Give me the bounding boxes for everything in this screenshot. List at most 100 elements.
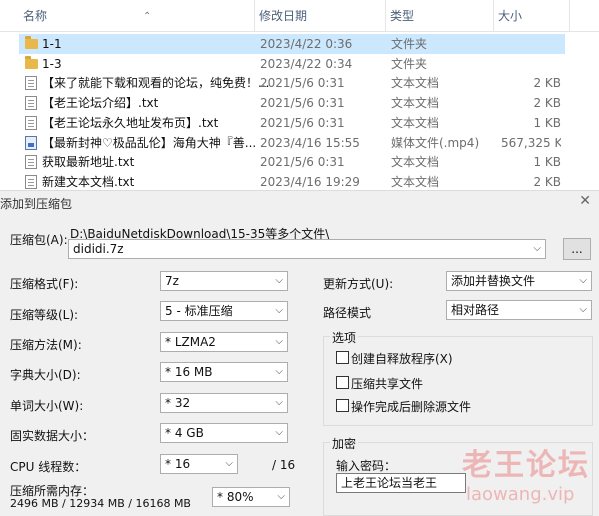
file-date: 2023/4/22 0:36 bbox=[260, 37, 353, 51]
chevron-down-icon: ⌵ bbox=[275, 366, 283, 377]
file-row[interactable]: 【最新封神♡极品乱伦】海角大神『善... 2023/4/16 15:55 媒体文件(… bbox=[19, 133, 565, 153]
text-document-icon bbox=[25, 76, 37, 91]
update-label: 更新方式(U): bbox=[323, 277, 394, 291]
chevron-down-icon: ⌵ bbox=[275, 336, 283, 347]
file-list: 名称 ⌃ 修改日期 类型 大小 1-1 2023/4/22 0:36 文件夹 1-3 2… bbox=[0, 0, 599, 190]
file-name: 1-3 bbox=[42, 56, 62, 71]
format-value: 7z bbox=[165, 274, 179, 288]
solid-label: 固实数据大小： bbox=[10, 429, 95, 443]
level-select[interactable]: 5 - 标准压缩 ⌵ bbox=[160, 301, 288, 321]
method-value: * LZMA2 bbox=[165, 335, 216, 349]
threads-value: * 16 bbox=[165, 457, 191, 471]
file-size: 567,325 KB bbox=[501, 135, 561, 150]
file-date: 2021/5/6 0:31 bbox=[260, 115, 345, 130]
file-date: 2023/4/22 0:34 bbox=[260, 56, 353, 71]
chevron-down-icon: ⌵ bbox=[225, 458, 233, 469]
column-date-label: 修改日期 bbox=[259, 9, 308, 23]
solid-value: * 4 GB bbox=[165, 426, 204, 440]
file-name: 【最新封神♡极品乱伦】海角大神『善... bbox=[42, 135, 257, 150]
chevron-down-icon: ⌵ bbox=[275, 427, 283, 438]
update-select[interactable]: 添加并替换文件 ⌵ bbox=[446, 271, 592, 291]
shared-checkbox[interactable] bbox=[336, 376, 349, 389]
format-label: 压缩格式(F): bbox=[10, 277, 79, 291]
threads-select[interactable]: * 16 ⌵ bbox=[160, 454, 238, 474]
file-name: 1-1 bbox=[42, 37, 62, 51]
dict-select[interactable]: * 16 MB ⌵ bbox=[160, 362, 288, 382]
format-select[interactable]: 7z ⌵ bbox=[160, 271, 288, 291]
file-date: 2021/5/6 0:31 bbox=[260, 76, 345, 91]
file-row[interactable]: 获取最新地址.txt 2021/5/6 0:31 文本文档 1 KB bbox=[19, 152, 565, 172]
file-date: 2023/4/16 15:55 bbox=[260, 135, 360, 150]
delete-source-checkbox[interactable] bbox=[336, 399, 349, 412]
column-size[interactable]: 大小 bbox=[494, 0, 570, 32]
chevron-down-icon: ⌵ bbox=[275, 305, 283, 316]
column-header: 名称 ⌃ 修改日期 类型 大小 bbox=[0, 0, 599, 32]
threads-label: CPU 线程数： bbox=[10, 460, 87, 474]
file-type: 文本文档 bbox=[391, 76, 440, 91]
file-name: 新建文本文档.txt bbox=[42, 174, 135, 189]
file-type: 媒体文件(.mp4) bbox=[391, 135, 480, 150]
dialog-title: 添加到压缩包 bbox=[0, 197, 73, 211]
threads-total: / 16 bbox=[272, 458, 296, 472]
dict-value: * 16 MB bbox=[165, 365, 213, 379]
file-size: 1 KB bbox=[533, 155, 561, 170]
file-type: 文件夹 bbox=[391, 37, 428, 51]
file-type: 文件夹 bbox=[391, 56, 428, 71]
word-label: 单词大小(W): bbox=[10, 399, 84, 413]
file-size bbox=[501, 54, 561, 74]
archive-name-combo[interactable]: dididi.7z ⌵ bbox=[68, 239, 546, 259]
file-size: 2 KB bbox=[533, 174, 561, 189]
file-row[interactable]: 【老王论坛永久地址发布页】.txt 2021/5/6 0:31 文本文档 1 KB bbox=[19, 113, 565, 133]
chevron-down-icon: ⌵ bbox=[579, 275, 587, 286]
path-mode-label: 路径模式 bbox=[323, 306, 372, 320]
encryption-title: 加密 bbox=[330, 435, 359, 452]
memory-value: 2496 MB / 12934 MB / 16168 MB bbox=[10, 497, 191, 510]
media-file-icon bbox=[25, 135, 37, 150]
close-icon[interactable]: ✕ bbox=[579, 193, 591, 209]
file-size: 2 KB bbox=[533, 96, 561, 111]
column-date[interactable]: 修改日期 bbox=[255, 0, 386, 32]
dict-label: 字典大小(D): bbox=[10, 368, 81, 382]
solid-select[interactable]: * 4 GB ⌵ bbox=[160, 423, 288, 443]
text-document-icon bbox=[25, 155, 37, 170]
column-type[interactable]: 类型 bbox=[386, 0, 494, 32]
chevron-down-icon: ⌵ bbox=[277, 491, 285, 502]
archive-name-value: dididi.7z bbox=[73, 242, 124, 256]
shared-label: 压缩共享文件 bbox=[351, 377, 424, 391]
file-type: 文本文档 bbox=[391, 96, 440, 111]
file-row[interactable]: 【来了就能下载和观看的论坛，纯免费！... 2021/5/6 0:31 文本文档 2 … bbox=[19, 73, 565, 93]
browse-button[interactable]: ... bbox=[563, 238, 591, 260]
file-row[interactable]: 【老王论坛介绍】.txt 2021/5/6 0:31 文本文档 2 KB bbox=[19, 93, 565, 113]
sfx-label: 创建自释放程序(X) bbox=[351, 352, 453, 366]
method-select[interactable]: * LZMA2 ⌵ bbox=[160, 332, 288, 352]
file-size: 2 KB bbox=[533, 76, 561, 91]
chevron-down-icon: ⌵ bbox=[275, 275, 283, 286]
file-name: 【来了就能下载和观看的论坛，纯免费！... bbox=[42, 76, 270, 91]
memory-percent-select[interactable]: * 80% ⌵ bbox=[212, 487, 290, 507]
folder-icon bbox=[25, 55, 38, 69]
level-value: 5 - 标准压缩 bbox=[165, 304, 233, 318]
file-date: 2021/5/6 0:31 bbox=[260, 96, 345, 111]
column-name[interactable]: 名称 ⌃ bbox=[19, 0, 255, 32]
file-row[interactable]: 新建文本文档.txt 2023/4/16 19:29 文本文档 2 KB bbox=[19, 172, 565, 192]
file-type: 文本文档 bbox=[391, 115, 440, 130]
text-document-icon bbox=[25, 174, 37, 189]
sfx-checkbox[interactable] bbox=[336, 351, 349, 364]
path-mode-select[interactable]: 相对路径 ⌵ bbox=[446, 300, 592, 320]
file-name: 【老王论坛介绍】.txt bbox=[42, 96, 159, 111]
file-row[interactable]: 1-3 2023/4/22 0:34 文件夹 bbox=[19, 54, 565, 74]
column-type-label: 类型 bbox=[390, 9, 415, 23]
file-date: 2021/5/6 0:31 bbox=[260, 155, 345, 170]
level-label: 压缩等级(L): bbox=[10, 308, 79, 322]
file-name: 获取最新地址.txt bbox=[42, 155, 135, 170]
text-document-icon bbox=[25, 115, 37, 130]
password-input[interactable]: 上老王论坛当老王 bbox=[336, 473, 466, 493]
watermark-text: 老王论坛 bbox=[462, 448, 590, 483]
memory-percent-value: * 80% bbox=[217, 490, 254, 504]
update-value: 添加并替换文件 bbox=[451, 274, 536, 288]
file-type: 文本文档 bbox=[391, 155, 440, 170]
word-select[interactable]: * 32 ⌵ bbox=[160, 393, 288, 413]
chevron-down-icon: ⌵ bbox=[275, 397, 283, 408]
file-row[interactable]: 1-1 2023/4/22 0:36 文件夹 bbox=[19, 34, 565, 54]
archive-label: 压缩包(A): bbox=[10, 233, 68, 247]
